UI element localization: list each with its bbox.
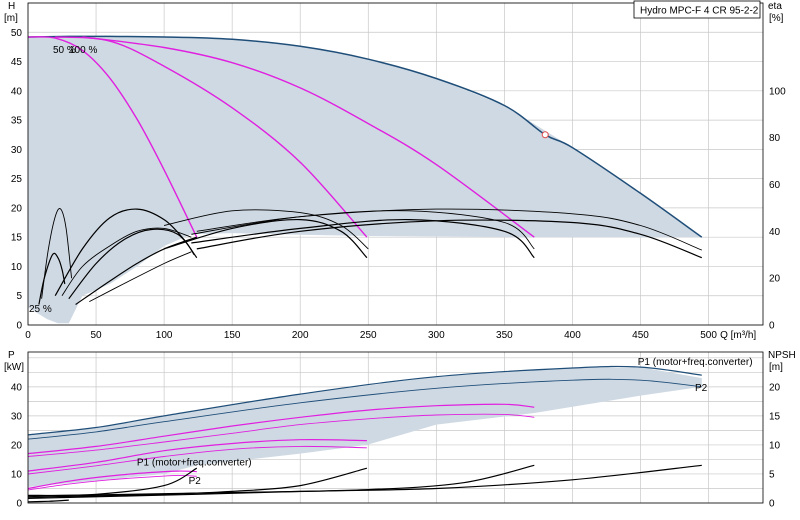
x-tick-label: 500 [700,330,717,341]
x-tick-label: 100 [156,330,173,341]
operating-range-area [28,36,702,324]
y2-tick-label: 80 [769,133,781,144]
chart-title-box: Hydro MPC-F 4 CR 95-2-2 [633,0,761,19]
y2-tick-label: 40 [769,227,781,238]
y2-axis-unit: [m] [769,362,783,373]
power-npsh-panel: 0 10 20 30 40 0 5 10 15 20 P[kW] NPSH[m] P1 (motor+f… [4,350,796,510]
y2-tick-label: 0 [769,321,775,332]
y2-axis-label: NPSH [768,350,796,361]
x-tick-label: 150 [224,330,241,341]
head-efficiency-panel: 051015202530354045500204060801000 50 100 15… [4,1,786,341]
series-label: P1 (motor+freq.converter) [638,357,753,368]
y2-tick-label: 10 [769,440,781,451]
y-tick-label: 20 [11,440,23,451]
y2-tick-label: 100 [769,86,786,97]
x-tick-label: 0 [25,330,31,341]
npsh-curve-12 [27,499,69,503]
x-tick-label: 50 [90,330,102,341]
y-axis-unit: [m] [4,13,18,24]
y-tick-label: 15 [11,233,23,244]
y-tick-label: 30 [11,411,23,422]
pump-performance-chart: 051015202530354045500204060801000 50 100 15… [4,0,796,510]
y-axis-unit: [kW] [4,362,24,373]
y-tick-label: 10 [11,469,23,480]
series-label: P2 [189,476,202,487]
x-tick-label: 300 [428,330,445,341]
y-tick-label: 0 [16,499,22,510]
y2-tick-label: 5 [769,469,775,480]
x-tick-label: 250 [360,330,377,341]
y-tick-label: 50 [11,28,23,39]
y2-axis-unit: [%] [769,13,784,24]
y-tick-label: 30 [11,145,23,156]
y2-axis-label: eta [768,1,782,12]
y-tick-label: 5 [16,291,22,302]
x-tick-label: 400 [564,330,581,341]
duty-point-marker [541,131,549,139]
y-axis-label: H [8,1,15,12]
x-tick-label: 450 [632,330,649,341]
y-tick-label: 25 [11,174,23,185]
y-tick-label: 45 [11,57,23,68]
y-tick-label: 40 [11,382,23,393]
y2-tick-label: 15 [769,411,781,422]
speed-annotation: 25 % [29,304,52,315]
y-tick-label: 0 [16,321,22,332]
y2-tick-label: 0 [769,499,775,510]
y-tick-label: 10 [11,262,23,273]
y-tick-label: 20 [11,203,23,214]
x-tick-label: 200 [292,330,309,341]
y2-tick-label: 20 [769,274,781,285]
y-axis-label: P [8,350,15,361]
y-tick-label: 35 [11,116,23,127]
y2-tick-label: 60 [769,180,781,191]
series-label: P1 (motor+freq.converter) [137,457,252,468]
chart-title: Hydro MPC-F 4 CR 95-2-2 [640,6,759,17]
speed-annotation: 100 % [69,45,97,56]
series-label: P2 [695,383,708,394]
x-axis-label: Q [m³/h] [720,330,756,341]
y2-tick-label: 20 [769,382,781,393]
y-tick-label: 40 [11,86,23,97]
x-tick-label: 350 [496,330,513,341]
